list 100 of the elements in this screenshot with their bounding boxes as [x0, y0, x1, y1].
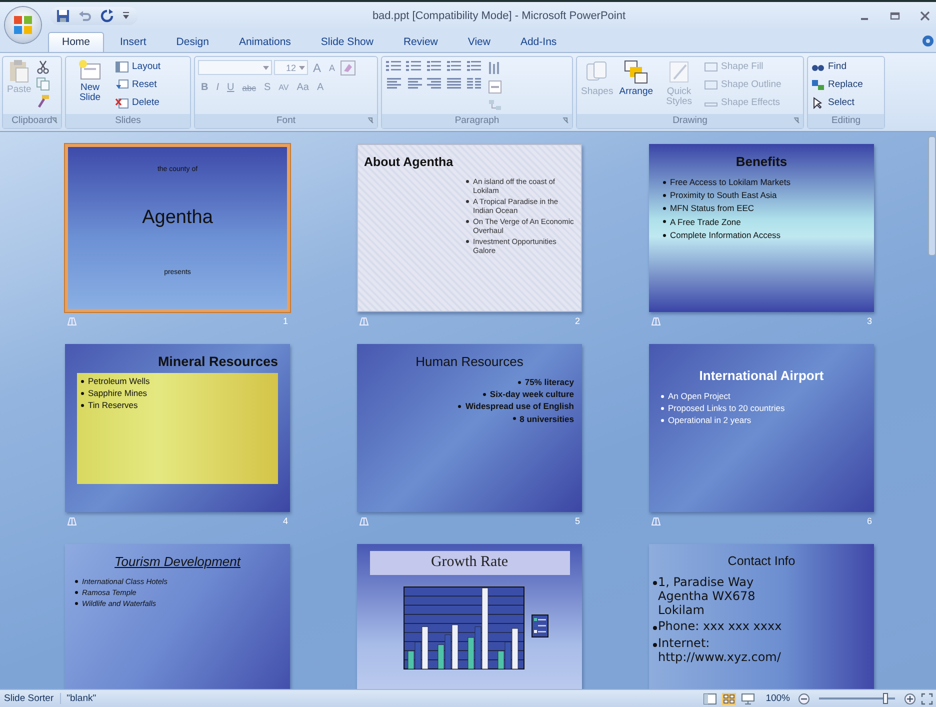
- slide-command-button[interactable]: Reset: [115, 77, 161, 92]
- bullet-icon: [466, 180, 469, 184]
- cut-icon[interactable]: [36, 60, 50, 74]
- slide-title: Contact Info: [726, 553, 796, 570]
- ribbon-tab[interactable]: Review: [389, 32, 452, 52]
- slide-thumbnail[interactable]: Benefits Free Access to Lokilam Markets Proximity to South East Asia MFN Status from EEC A Free Trade Zone Complete Information Access: [649, 144, 874, 312]
- align-left-icon[interactable]: [385, 76, 403, 90]
- group-label: Clipboard: [3, 114, 61, 128]
- undo-icon[interactable]: [78, 9, 92, 23]
- bullet-text: Proximity to South East Asia: [670, 190, 777, 200]
- group-label: Slides: [66, 114, 190, 128]
- line-spacing-icon[interactable]: [465, 59, 483, 73]
- bullet-icon: [466, 200, 469, 204]
- columns-icon[interactable]: [465, 76, 483, 90]
- shape-outline-icon: [704, 78, 718, 90]
- window-title: bad.ppt [Compatibility Mode] - Microsoft PowerPoint: [371, 10, 627, 22]
- status-text: "blank": [60, 693, 96, 704]
- ribbon-tab[interactable]: Insert: [106, 32, 160, 52]
- ribbon-tab[interactable]: Slide Show: [306, 32, 388, 52]
- bullet-icon: [518, 380, 521, 384]
- center-icon[interactable]: [405, 76, 423, 90]
- decrease-indent-icon[interactable]: [425, 59, 443, 73]
- slide-title: Benefits: [734, 153, 788, 171]
- align-text-icon[interactable]: [487, 79, 503, 95]
- bullets-icon[interactable]: [385, 59, 403, 73]
- bullet-text: Sapphire Mines: [88, 388, 148, 398]
- ribbon-tab[interactable]: Home: [48, 32, 104, 52]
- bullet-text: A Free Trade Zone: [670, 216, 741, 227]
- slide-title: Human Resources: [414, 353, 524, 371]
- redo-icon[interactable]: [100, 9, 114, 23]
- bullet-icon: [653, 581, 657, 586]
- editing-button[interactable]: Replace: [811, 77, 881, 92]
- layout-icon: [115, 60, 129, 72]
- bullet-icon: [661, 419, 664, 422]
- scrollbar[interactable]: [928, 136, 936, 256]
- bullet-text: 1, Paradise Way Agentha WX678 Lokilam: [658, 576, 756, 618]
- slide-thumbnail[interactable]: Contact Info 1, Paradise Way Agentha WX678 Lokilam Phone: xxx xxx xxxx Internet: http://www.xyz.com/: [649, 544, 874, 689]
- slideshow-icon[interactable]: [740, 692, 755, 704]
- ribbon-tab[interactable]: Animations: [224, 32, 305, 52]
- bullet-icon: [75, 602, 78, 606]
- fit-to-window-icon[interactable]: [921, 692, 933, 704]
- slide-title: Agentha: [142, 207, 213, 229]
- slide-thumbnail[interactable]: Human Resources 75% literacy Six-day week culture Widespread use of English 8 universities: [357, 344, 582, 512]
- slide-title: International Airport: [698, 367, 825, 385]
- dialog-launcher-icon[interactable]: [793, 117, 800, 124]
- slide-title: Tourism Development: [114, 553, 242, 571]
- help-icon[interactable]: [922, 35, 934, 47]
- bullet-icon: [512, 417, 516, 420]
- format-painter-icon[interactable]: [36, 94, 50, 108]
- bullet-text: 75% literacy: [524, 377, 574, 388]
- increase-indent-icon[interactable]: [445, 59, 463, 73]
- bullet-icon: [653, 642, 657, 647]
- normal-view-icon[interactable]: [702, 692, 717, 704]
- reset-icon: [115, 78, 129, 90]
- editing-button[interactable]: Find: [811, 59, 881, 74]
- dialog-launcher-icon[interactable]: [562, 117, 569, 124]
- bullet-icon: [466, 220, 469, 224]
- dialog-launcher-icon[interactable]: [367, 117, 374, 124]
- bullet-icon: [661, 394, 664, 398]
- arrange-button[interactable]: Arrange: [618, 59, 654, 97]
- office-logo-icon: [13, 15, 33, 35]
- bullet-icon: [75, 591, 78, 594]
- save-icon[interactable]: [56, 9, 70, 23]
- zoom-out-icon[interactable]: [798, 692, 810, 704]
- bullet-icon: [653, 626, 657, 630]
- ribbon-tab[interactable]: Design: [162, 32, 223, 52]
- slide-title: Growth Rate: [370, 551, 570, 575]
- slide-command-button[interactable]: Layout: [115, 59, 161, 74]
- ribbon-tab[interactable]: View: [454, 32, 504, 52]
- slide-title: Mineral Resources: [156, 353, 279, 371]
- new-slide-button[interactable]: New Slide: [69, 59, 111, 103]
- ribbon-tab[interactable]: Add-Ins: [506, 32, 571, 52]
- bullet-icon: [81, 380, 84, 383]
- bullet-text: Widespread use of English: [465, 401, 574, 412]
- dialog-launcher-icon[interactable]: [51, 117, 58, 124]
- numbering-icon[interactable]: [405, 59, 423, 73]
- transition-icon: [651, 316, 661, 326]
- editing-button[interactable]: Select: [811, 95, 881, 110]
- bullet-icon: [482, 393, 486, 396]
- zoom-level[interactable]: 100%: [766, 693, 790, 704]
- slide-command-button[interactable]: Delete: [115, 95, 161, 110]
- slide-thumbnail[interactable]: Mineral Resources Petroleum Wells Sapphire Mines Tin Reserves: [65, 344, 290, 512]
- bullet-text: Operational in 2 years: [668, 415, 752, 426]
- bullet-text: 8 universities: [520, 414, 574, 424]
- justify-icon[interactable]: [445, 76, 463, 90]
- slide-sorter-icon[interactable]: [722, 692, 736, 704]
- arrange-icon: [623, 59, 650, 85]
- close-icon[interactable]: [920, 11, 930, 21]
- bullet-icon: [663, 234, 666, 237]
- customize-caret-icon[interactable]: [122, 11, 130, 21]
- bullet-icon: [458, 405, 462, 408]
- align-right-icon[interactable]: [425, 76, 443, 90]
- office-button[interactable]: [5, 7, 41, 43]
- slide-thumbnail[interactable]: International Airport An Open Project Proposed Links to 20 countries Operational in 2 years: [649, 344, 874, 512]
- slider-thumb[interactable]: [882, 693, 888, 704]
- slide-thumbnail[interactable]: Growth Rate: [357, 544, 582, 689]
- zoom-in-icon[interactable]: [904, 692, 916, 704]
- bullet-icon: [661, 407, 664, 410]
- restore-icon[interactable]: [890, 11, 900, 21]
- bullet-text: Phone: xxx xxx xxxx: [658, 620, 782, 634]
